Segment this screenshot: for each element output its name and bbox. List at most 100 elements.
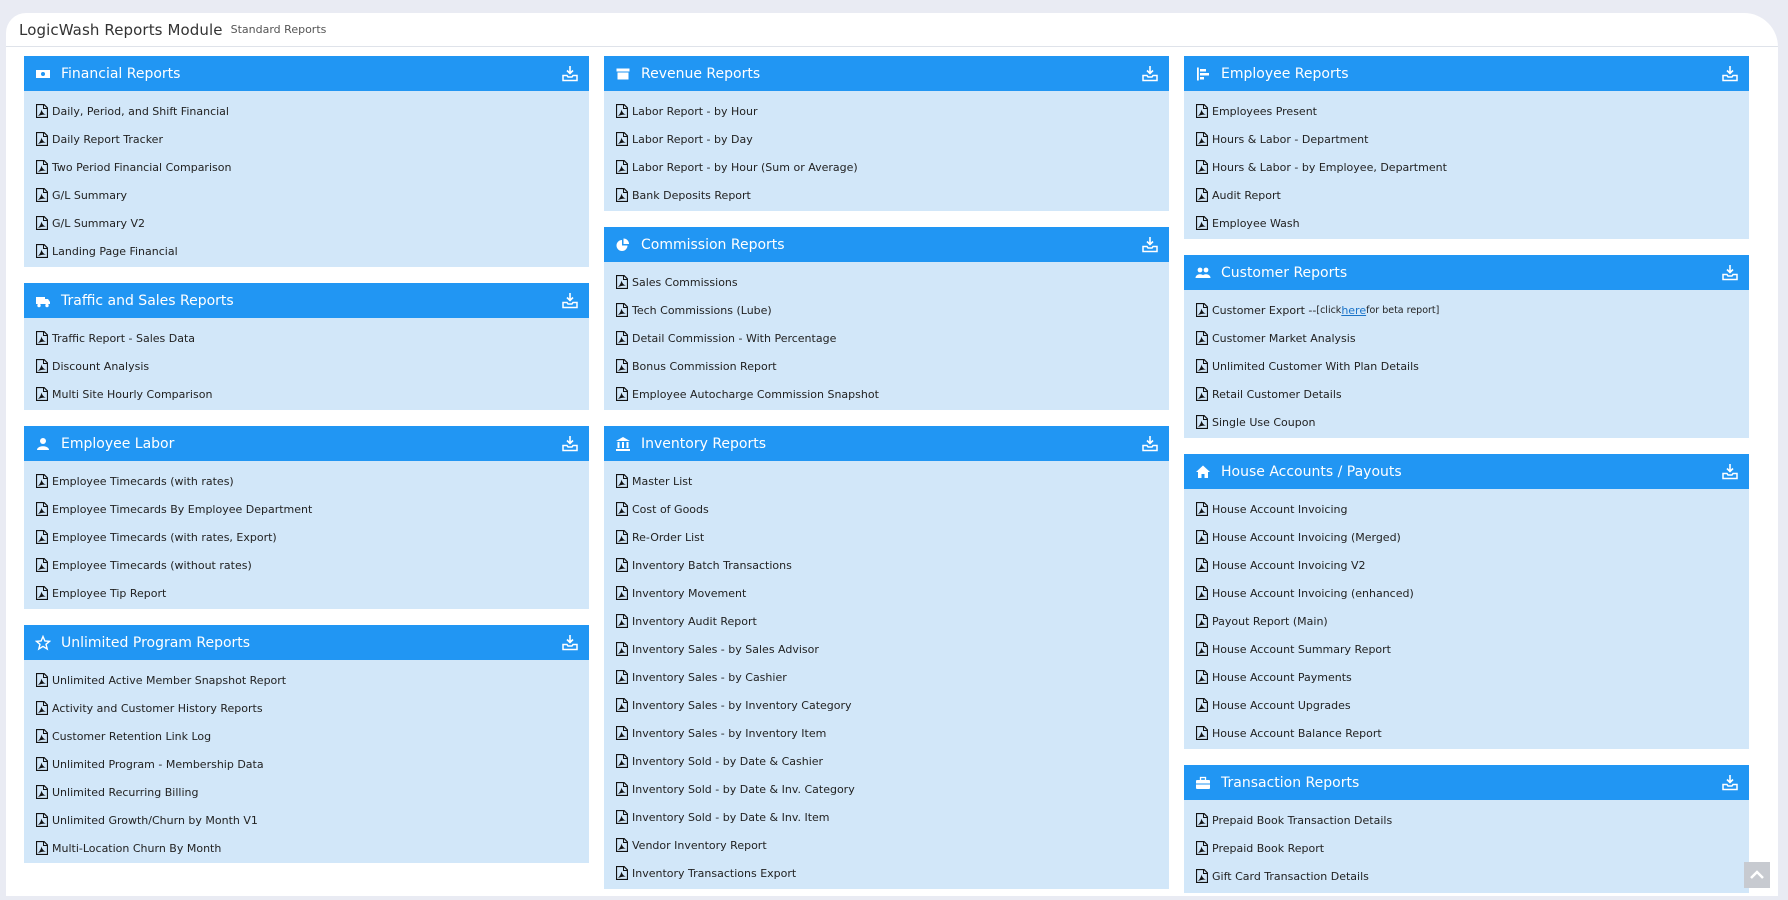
- report-link-payout-report-main[interactable]: Payout Report (Main): [1184, 607, 1749, 635]
- download-icon[interactable]: [561, 634, 579, 651]
- report-link-single-use-coupon[interactable]: Single Use Coupon: [1184, 408, 1749, 436]
- report-label: House Account Invoicing (enhanced): [1212, 586, 1414, 600]
- report-link-house-account-invoicing-v2[interactable]: House Account Invoicing V2: [1184, 551, 1749, 579]
- truck-icon: [36, 296, 50, 307]
- report-link-activity-and-customer-history-reports[interactable]: Activity and Customer History Reports: [24, 694, 589, 722]
- report-link-customer-market-analysis[interactable]: Customer Market Analysis: [1184, 324, 1749, 352]
- report-link-inventory-sold-by-date-inv-item[interactable]: Inventory Sold - by Date & Inv. Item: [604, 803, 1169, 831]
- download-icon[interactable]: [561, 65, 579, 82]
- report-link-prepaid-book-report[interactable]: Prepaid Book Report: [1184, 834, 1749, 862]
- report-link-tech-commissions-lube[interactable]: Tech Commissions (Lube): [604, 296, 1169, 324]
- panel-traffic-and-sales-reports: Traffic and Sales Reports Traffic Report …: [24, 283, 589, 410]
- file-pdf-icon: [616, 866, 628, 880]
- download-icon[interactable]: [1141, 236, 1159, 253]
- report-link-labor-report-by-hour-sum-or-average[interactable]: Labor Report - by Hour (Sum or Average): [604, 153, 1169, 181]
- report-link-unlimited-growth-churn-by-month-v1[interactable]: Unlimited Growth/Churn by Month V1: [24, 806, 589, 834]
- report-link-employees-present[interactable]: Employees Present: [1184, 97, 1749, 125]
- report-link-landing-page-financial[interactable]: Landing Page Financial: [24, 237, 589, 265]
- download-icon[interactable]: [561, 292, 579, 309]
- report-link-labor-report-by-day[interactable]: Labor Report - by Day: [604, 125, 1169, 153]
- report-link-employee-timecards-with-rates-export[interactable]: Employee Timecards (with rates, Export): [24, 523, 589, 551]
- report-link-employee-timecards-with-rates[interactable]: Employee Timecards (with rates): [24, 467, 589, 495]
- report-link-inventory-sold-by-date-cashier[interactable]: Inventory Sold - by Date & Cashier: [604, 747, 1169, 775]
- scroll-to-top-button[interactable]: [1744, 862, 1770, 888]
- file-pdf-icon: [616, 359, 628, 373]
- report-link-discount-analysis[interactable]: Discount Analysis: [24, 352, 589, 380]
- report-link-house-account-payments[interactable]: House Account Payments: [1184, 663, 1749, 691]
- report-link-detail-commission-with-percentage[interactable]: Detail Commission - With Percentage: [604, 324, 1169, 352]
- report-label: Retail Customer Details: [1212, 387, 1342, 401]
- report-link-retail-customer-details[interactable]: Retail Customer Details: [1184, 380, 1749, 408]
- report-link-inventory-sales-by-inventory-item[interactable]: Inventory Sales - by Inventory Item: [604, 719, 1169, 747]
- report-link-house-account-invoicing-enhanced[interactable]: House Account Invoicing (enhanced): [1184, 579, 1749, 607]
- report-link-g-l-summary-v2[interactable]: G/L Summary V2: [24, 209, 589, 237]
- report-link-unlimited-growth-churn-by-day-v1[interactable]: Unlimited Growth/Churn by Day V1: [24, 862, 589, 863]
- download-icon[interactable]: [1141, 435, 1159, 452]
- report-link-unlimited-customer-with-plan-details[interactable]: Unlimited Customer With Plan Details: [1184, 352, 1749, 380]
- bank-icon: [616, 436, 630, 451]
- report-link-hours-labor-department[interactable]: Hours & Labor - Department: [1184, 125, 1749, 153]
- panel-icon-wrap: [35, 634, 51, 651]
- report-link-house-account-invoicing-merged[interactable]: House Account Invoicing (Merged): [1184, 523, 1749, 551]
- report-link-inventory-sales-by-cashier[interactable]: Inventory Sales - by Cashier: [604, 663, 1169, 691]
- file-pdf-icon: [1196, 359, 1208, 373]
- report-link-inventory-transactions-export[interactable]: Inventory Transactions Export: [604, 859, 1169, 887]
- report-link-bonus-commission-report[interactable]: Bonus Commission Report: [604, 352, 1169, 380]
- file-pdf-icon: [616, 754, 628, 768]
- report-link-employee-timecards-by-employee-department[interactable]: Employee Timecards By Employee Departmen…: [24, 495, 589, 523]
- report-link-inventory-sales-by-sales-advisor[interactable]: Inventory Sales - by Sales Advisor: [604, 635, 1169, 663]
- report-link-inventory-movement[interactable]: Inventory Movement: [604, 579, 1169, 607]
- report-link-house-account-balance-report[interactable]: House Account Balance Report: [1184, 719, 1749, 747]
- report-link-multi-location-churn-by-month[interactable]: Multi-Location Churn By Month: [24, 834, 589, 862]
- download-icon[interactable]: [1721, 463, 1739, 480]
- report-list: Employees Present Hours & Labor - Departm…: [1184, 91, 1749, 239]
- report-link-prepaid-book-transaction-details[interactable]: Prepaid Book Transaction Details: [1184, 806, 1749, 834]
- report-link-cost-of-goods[interactable]: Cost of Goods: [604, 495, 1169, 523]
- report-link-vendor-inventory-report[interactable]: Vendor Inventory Report: [604, 831, 1169, 859]
- report-link-house-account-invoicing[interactable]: House Account Invoicing: [1184, 495, 1749, 523]
- file-pdf-icon: [36, 331, 48, 345]
- report-link-gift-card-transaction-details[interactable]: Gift Card Transaction Details: [1184, 862, 1749, 890]
- report-label: Inventory Sold - by Date & Inv. Category: [632, 782, 855, 796]
- report-link-sales-commissions[interactable]: Sales Commissions: [604, 268, 1169, 296]
- report-link-house-account-upgrades[interactable]: House Account Upgrades: [1184, 691, 1749, 719]
- report-link-traffic-report-sales-data[interactable]: Traffic Report - Sales Data: [24, 324, 589, 352]
- report-link-inventory-audit-report[interactable]: Inventory Audit Report: [604, 607, 1169, 635]
- download-icon[interactable]: [1721, 774, 1739, 791]
- report-link-audit-report[interactable]: Audit Report: [1184, 181, 1749, 209]
- panel-icon-wrap: [1195, 775, 1211, 791]
- report-link-unlimited-recurring-billing[interactable]: Unlimited Recurring Billing: [24, 778, 589, 806]
- report-link-inventory-sales-by-inventory-category[interactable]: Inventory Sales - by Inventory Category: [604, 691, 1169, 719]
- report-link-labor-report-by-hour[interactable]: Labor Report - by Hour: [604, 97, 1169, 125]
- report-link-inventory-batch-transactions[interactable]: Inventory Batch Transactions: [604, 551, 1169, 579]
- report-label: Customer Retention Link Log: [52, 729, 212, 743]
- download-icon[interactable]: [1721, 65, 1739, 82]
- download-icon[interactable]: [561, 435, 579, 452]
- report-link-unlimited-active-member-snapshot-report[interactable]: Unlimited Active Member Snapshot Report: [24, 666, 589, 694]
- report-label: Prepaid Book Transaction Details: [1212, 813, 1393, 827]
- report-link-employee-tip-report[interactable]: Employee Tip Report: [24, 579, 589, 607]
- report-link-inventory-sold-by-date-inv-category[interactable]: Inventory Sold - by Date & Inv. Category: [604, 775, 1169, 803]
- report-list: Customer Export -- [click here for beta …: [1184, 290, 1749, 438]
- report-link-daily-report-tracker[interactable]: Daily Report Tracker: [24, 125, 589, 153]
- report-link-employee-timecards-without-rates[interactable]: Employee Timecards (without rates): [24, 551, 589, 579]
- report-link-employee-wash[interactable]: Employee Wash: [1184, 209, 1749, 237]
- report-link-hours-labor-by-employee-department[interactable]: Hours & Labor - by Employee, Department: [1184, 153, 1749, 181]
- report-link-house-account-summary-report[interactable]: House Account Summary Report: [1184, 635, 1749, 663]
- report-link-master-list[interactable]: Master List: [604, 467, 1169, 495]
- report-link-multi-site-hourly-comparison[interactable]: Multi Site Hourly Comparison: [24, 380, 589, 408]
- report-link-re-order-list[interactable]: Re-Order List: [604, 523, 1169, 551]
- beta-report-link[interactable]: here: [1341, 304, 1366, 317]
- download-icon[interactable]: [1141, 65, 1159, 82]
- briefcase-icon: [1196, 776, 1210, 789]
- download-icon[interactable]: [1721, 264, 1739, 281]
- report-link-g-l-summary[interactable]: G/L Summary: [24, 181, 589, 209]
- report-link-two-period-financial-comparison[interactable]: Two Period Financial Comparison: [24, 153, 589, 181]
- report-link-daily-period-and-shift-financial[interactable]: Daily, Period, and Shift Financial: [24, 97, 589, 125]
- report-link-customer-export-click-here-for-beta-report[interactable]: Customer Export -- [click here for beta …: [1184, 296, 1749, 324]
- file-pdf-icon: [1196, 502, 1208, 516]
- report-link-employee-autocharge-commission-snapshot[interactable]: Employee Autocharge Commission Snapshot: [604, 380, 1169, 408]
- report-link-customer-retention-link-log[interactable]: Customer Retention Link Log: [24, 722, 589, 750]
- report-link-unlimited-program-membership-data[interactable]: Unlimited Program - Membership Data: [24, 750, 589, 778]
- report-link-bank-deposits-report[interactable]: Bank Deposits Report: [604, 181, 1169, 209]
